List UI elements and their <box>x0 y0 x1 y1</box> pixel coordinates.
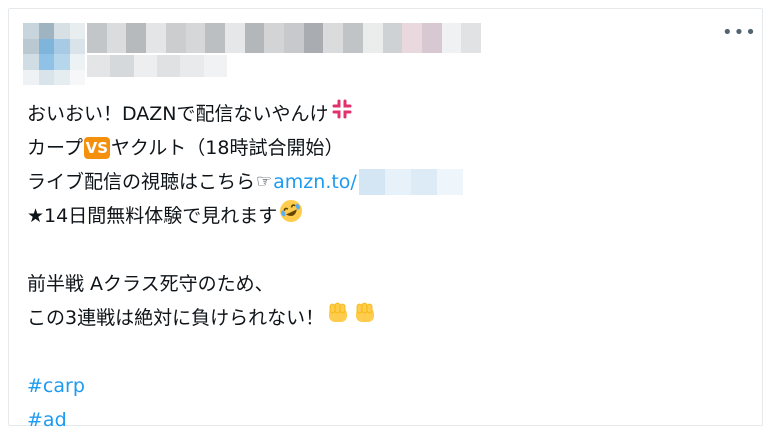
tweet-line-3: ライブ配信の視聴はこちら ☞ amzn.to/ <box>27 165 747 199</box>
link-path-pixelated[interactable] <box>358 169 463 195</box>
tweet-text-segment: ★14日間無料体験で見れます <box>27 205 278 227</box>
raised-fist-icon <box>352 300 378 337</box>
tweet-text-segment: この3連戦は絶対に負けられない！ <box>27 307 325 329</box>
username-handle-pixelated <box>87 55 227 77</box>
anger-symbol-icon <box>330 97 354 132</box>
tweet-line-6: この3連戦は絶対に負けられない！ <box>27 301 747 335</box>
more-options-button[interactable]: ••• <box>722 23 756 43</box>
tweet-text-segment: おいおい！DAZNで配信ないやんけ <box>27 103 329 125</box>
avatar-pixelated[interactable] <box>23 23 85 85</box>
tweet-text-segment: ヤクルト（18時試合開始） <box>110 137 344 159</box>
display-name-pixelated[interactable] <box>87 23 482 53</box>
vs-button-icon: VS <box>83 137 110 159</box>
tweet-text-segment: ライブ配信の視聴はこちら <box>27 171 256 193</box>
tweet-line-4: ★14日間無料体験で見れます <box>27 199 747 233</box>
tweet-line-5: 前半戦 Aクラス死守のため、 <box>27 267 747 301</box>
hashtag-line: #carp <box>27 369 747 403</box>
rolling-laughing-face-icon <box>278 198 304 235</box>
hashtag-carp[interactable]: #carp <box>27 369 85 403</box>
tweet-line-2: カープ VS ヤクルト（18時試合開始） <box>27 131 747 165</box>
tweet-text-segment: 前半戦 Aクラス死守のため、 <box>27 273 274 295</box>
tweet-line-1: おいおい！DAZNで配信ないやんけ <box>27 97 747 131</box>
pointing-hand-icon: ☞ <box>256 171 273 192</box>
tweet-text-segment: カープ <box>27 137 83 159</box>
raised-fist-icon <box>325 300 351 337</box>
tweet-card: ••• おいおい！DAZNで配信ないやんけ カープ VS ヤクルト（18時試合開… <box>8 8 763 431</box>
tweet-text: おいおい！DAZNで配信ないやんけ カープ VS ヤクルト（18時試合開始） ラ… <box>27 97 747 437</box>
affiliate-link[interactable]: amzn.to/ <box>273 165 357 199</box>
